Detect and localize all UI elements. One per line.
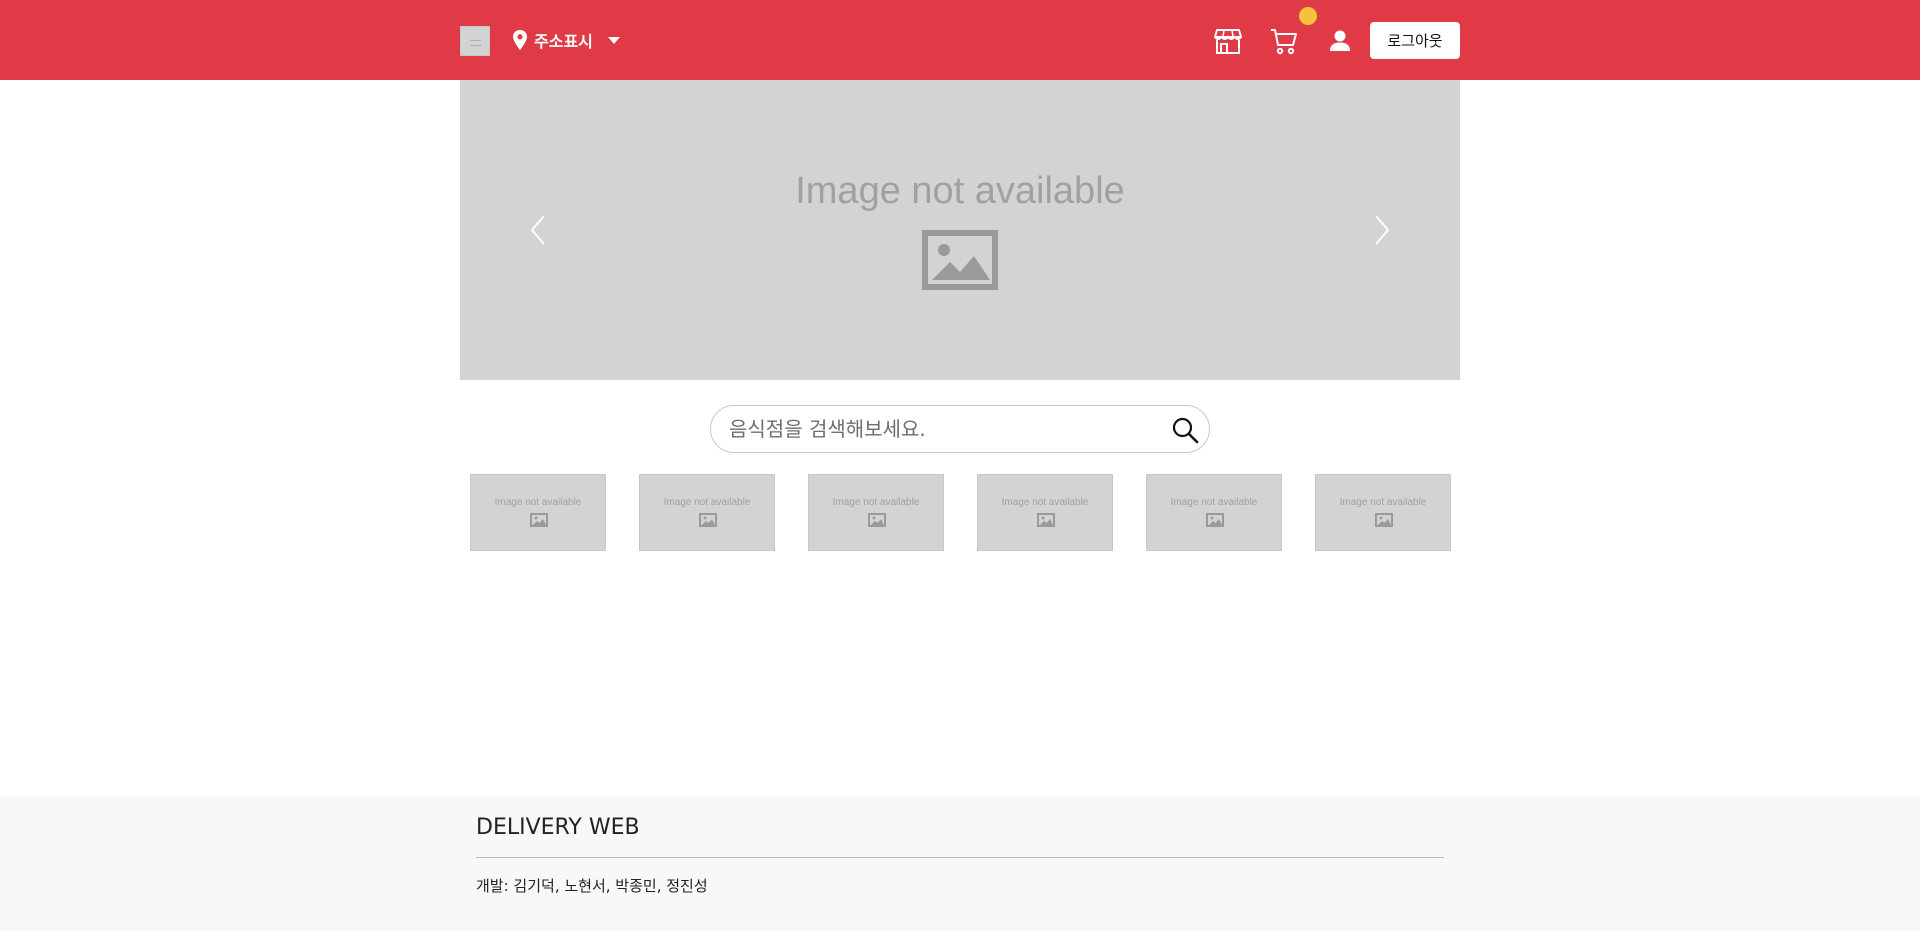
category-placeholder-text: Image not available xyxy=(1170,497,1258,508)
banner-carousel: Image not available xyxy=(460,80,1460,380)
category-tile[interactable]: Image not available xyxy=(808,474,944,551)
category-placeholder-text: Image not available xyxy=(494,497,582,508)
category-placeholder-text: Image not available xyxy=(1001,497,1089,508)
carousel-prev-arrow-icon[interactable] xyxy=(526,213,550,247)
footer-brand: DELIVERY WEB xyxy=(476,815,640,840)
search-input[interactable] xyxy=(729,406,1149,452)
top-header: 주소표시 로그아웃 xyxy=(0,0,1920,80)
category-tile[interactable]: Image not available xyxy=(1146,474,1282,551)
category-tile[interactable]: Image not available xyxy=(977,474,1113,551)
image-placeholder-icon xyxy=(1375,513,1393,527)
site-footer: DELIVERY WEB 개발: 김기덕, 노현서, 박종민, 정진성 xyxy=(0,797,1920,931)
chevron-down-icon xyxy=(607,37,620,44)
image-placeholder-icon xyxy=(530,513,548,527)
carousel-next-arrow-icon[interactable] xyxy=(1370,213,1394,247)
image-placeholder-icon xyxy=(699,513,717,527)
footer-developers: 개발: 김기덕, 노현서, 박종민, 정진성 xyxy=(476,877,708,895)
category-tile[interactable]: Image not available xyxy=(1315,474,1451,551)
image-placeholder-icon xyxy=(1037,513,1055,527)
image-placeholder-icon xyxy=(922,230,998,290)
address-selector[interactable]: 주소표시 xyxy=(512,28,621,52)
category-placeholder-text: Image not available xyxy=(663,497,751,508)
category-tile[interactable]: Image not available xyxy=(470,474,606,551)
cart-icon[interactable] xyxy=(1269,26,1299,56)
category-placeholder-text: Image not available xyxy=(1339,497,1427,508)
search-icon[interactable] xyxy=(1171,416,1199,444)
location-pin-icon xyxy=(513,30,527,50)
site-logo[interactable] xyxy=(460,26,490,56)
address-label: 주소표시 xyxy=(534,32,593,51)
logout-button[interactable]: 로그아웃 xyxy=(1370,22,1460,59)
image-placeholder-icon xyxy=(868,513,886,527)
footer-divider xyxy=(476,857,1444,858)
user-icon[interactable] xyxy=(1325,26,1355,56)
cart-count-badge xyxy=(1299,7,1317,25)
banner-placeholder-text: Image not available xyxy=(795,170,1125,212)
category-placeholder-text: Image not available xyxy=(832,497,920,508)
restaurant-search-bar xyxy=(710,405,1210,453)
category-tile[interactable]: Image not available xyxy=(639,474,775,551)
store-icon[interactable] xyxy=(1213,26,1243,56)
image-placeholder-icon xyxy=(1206,513,1224,527)
